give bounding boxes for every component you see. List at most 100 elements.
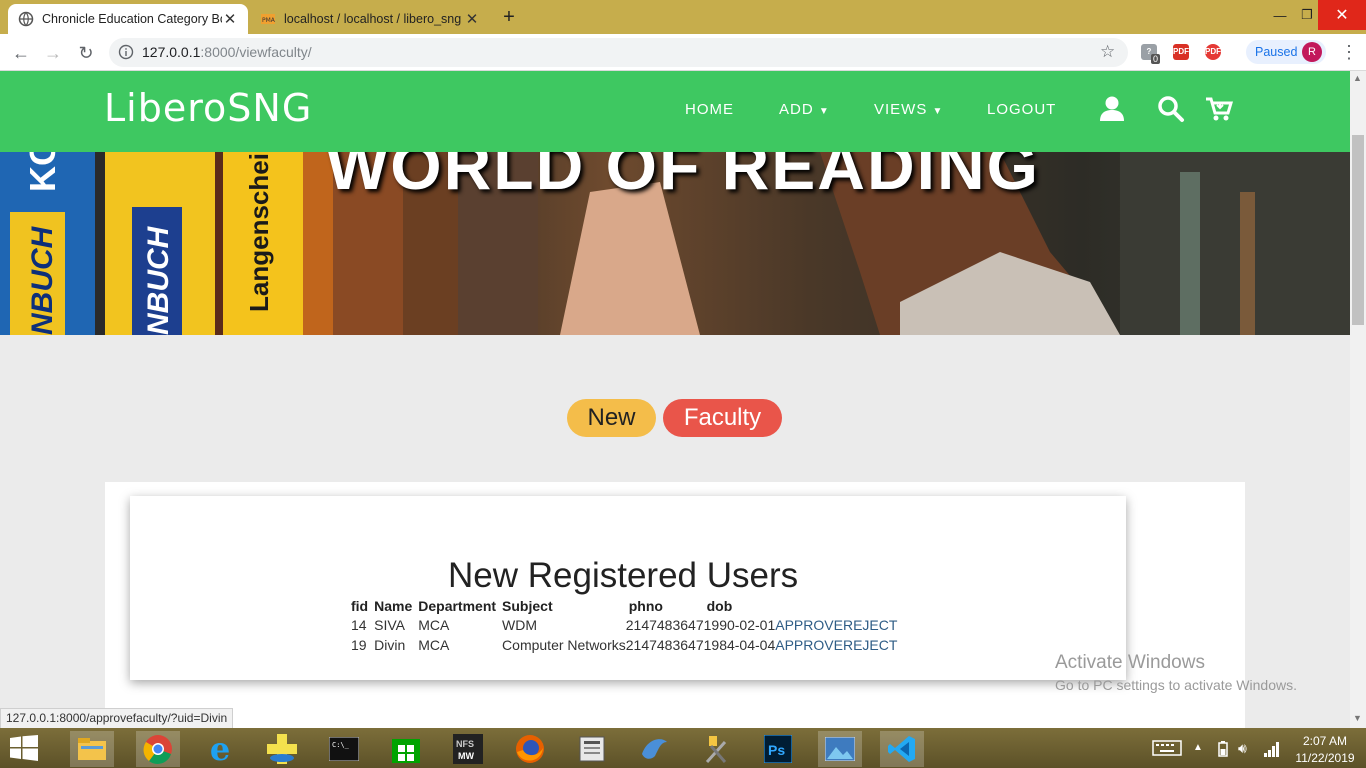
reject-link[interactable]: REJECT — [843, 617, 897, 633]
windows-start-icon[interactable] — [10, 735, 38, 761]
col-actions — [775, 597, 897, 615]
nav-logout[interactable]: LOGOUT — [987, 101, 1056, 118]
url-host: 127.0.0.1 — [142, 44, 201, 60]
reject-link[interactable]: REJECT — [843, 637, 897, 653]
nav-views[interactable]: VIEWS ▼ — [874, 101, 943, 118]
cell-subject: Computer Networks — [502, 637, 626, 653]
heading-new-pill: New — [567, 399, 656, 437]
globe-icon — [18, 11, 34, 27]
approve-link[interactable]: APPROVE — [775, 617, 843, 633]
table-title: New Registered Users — [448, 556, 799, 595]
close-tab-icon[interactable]: ✕ — [222, 10, 238, 28]
col-department: Department — [418, 598, 497, 614]
clock-time: 2:07 AM — [1302, 734, 1348, 748]
users-table: fid Name Department Subject phno dob 14 … — [348, 597, 897, 655]
firefox-icon[interactable] — [508, 731, 552, 767]
col-dob: dob — [706, 598, 733, 614]
back-arrow-icon[interactable]: ← — [8, 41, 34, 65]
cell-phno: 2147483647 — [625, 617, 704, 633]
internet-explorer-icon[interactable]: e — [198, 730, 242, 768]
svg-text:PMA: PMA — [262, 17, 276, 24]
tab-phpmyadmin[interactable]: PMA localhost / localhost / libero_sng ✕ — [250, 4, 490, 34]
activate-windows-subtitle: Go to PC settings to activate Windows. — [1055, 677, 1297, 693]
col-name: Name — [374, 598, 413, 614]
system-clock[interactable]: 2:07 AM 11/22/2019 — [1290, 733, 1360, 767]
signal-icon[interactable] — [1263, 741, 1281, 757]
touch-keyboard-icon[interactable] — [1152, 740, 1182, 756]
forward-arrow-icon[interactable]: → — [40, 41, 66, 65]
svg-text:Ps: Ps — [768, 742, 785, 758]
bookmark-star-icon[interactable]: ☆ — [1100, 42, 1115, 62]
paused-label: Paused — [1255, 45, 1298, 59]
cell-name: SIVA — [374, 617, 405, 633]
dolphin-app-icon[interactable] — [632, 731, 676, 767]
photoshop-icon[interactable]: Ps — [756, 731, 800, 767]
clock-date: 11/22/2019 — [1295, 751, 1355, 765]
nav-views-label: VIEWS — [874, 101, 928, 118]
close-tab-icon[interactable]: ✕ — [464, 10, 480, 28]
hero-banner: KO NBUCH NBUCH Langenscheid WORLD OF REA… — [0, 152, 1350, 335]
heading-faculty-pill: Faculty — [663, 399, 782, 437]
info-icon[interactable] — [118, 44, 134, 60]
avatar[interactable]: R — [1302, 42, 1322, 62]
pdf-extension-icon[interactable]: PDF — [1173, 44, 1189, 60]
window-close-icon[interactable]: ✕ — [1318, 0, 1366, 30]
volume-icon[interactable]: 🔊︎ — [1238, 740, 1247, 757]
vscode-icon[interactable] — [880, 731, 924, 767]
col-subject: Subject — [502, 598, 553, 614]
table-row: 19 Divin MCA Computer Networks 214748364… — [348, 635, 897, 655]
scroll-down-icon[interactable]: ▼ — [1353, 713, 1362, 723]
battery-icon[interactable] — [1214, 741, 1232, 757]
scrollbar-thumb[interactable] — [1352, 135, 1364, 325]
cell-actions: APPROVEREJECT — [775, 635, 897, 655]
user-icon[interactable] — [1097, 94, 1127, 124]
new-tab-button[interactable]: + — [498, 6, 520, 28]
nfs-game-icon[interactable]: NFS MW — [446, 731, 490, 767]
approve-link[interactable]: APPROVE — [775, 637, 843, 653]
cell-dob: 1984-04-04 — [703, 637, 776, 653]
command-prompt-icon[interactable]: C:\_ — [322, 731, 366, 767]
banner-title: WORLD OF READING — [326, 152, 1040, 203]
cell-dob: 1990-02-01 — [703, 617, 776, 633]
svg-text:NBUCH: NBUCH — [26, 225, 59, 335]
menu-kebab-icon[interactable]: ⋮ — [1340, 42, 1358, 63]
col-phno: phno — [628, 598, 663, 614]
cell-actions: APPROVEREJECT — [775, 615, 897, 635]
cart-icon[interactable] — [1204, 94, 1234, 124]
svg-text:Langenscheid: Langenscheid — [244, 152, 274, 312]
cell-fid: 14 — [351, 617, 367, 633]
svg-text:KO: KO — [22, 152, 63, 192]
installer-icon[interactable] — [260, 731, 304, 767]
document-viewer-icon[interactable] — [570, 731, 614, 767]
url-text[interactable]: 127.0.0.1:8000/viewfaculty/ — [142, 44, 312, 60]
tab-title: localhost / localhost / libero_sng — [284, 12, 462, 26]
tools-icon[interactable] — [694, 731, 738, 767]
link-status-bar: 127.0.0.1:8000/approvefaculty/?uid=Divin — [0, 708, 234, 730]
table-header-row: fid Name Department Subject phno dob — [348, 597, 897, 615]
search-icon[interactable] — [1156, 94, 1186, 124]
tab-chronicle[interactable]: Chronicle Education Category Bo ✕ — [8, 4, 248, 34]
svg-text:NBUCH: NBUCH — [142, 225, 175, 335]
extension-badge: 0 — [1151, 54, 1161, 64]
scroll-up-icon[interactable]: ▲ — [1353, 73, 1362, 83]
cell-fid: 19 — [351, 637, 367, 653]
photo-viewer-icon[interactable] — [818, 731, 862, 767]
cell-department: MCA — [418, 617, 450, 633]
cell-phno: 2147483647 — [625, 637, 704, 653]
file-explorer-icon[interactable] — [70, 731, 114, 767]
cell-subject: WDM — [502, 617, 538, 633]
minimize-icon[interactable]: — — [1265, 0, 1295, 30]
caret-down-icon: ▼ — [932, 106, 944, 117]
nav-add[interactable]: ADD ▼ — [779, 101, 830, 118]
pdf-converter-icon[interactable]: PDF — [1205, 44, 1221, 60]
nav-add-label: ADD — [779, 101, 814, 118]
store-icon[interactable] — [384, 731, 428, 767]
svg-text:C:\_: C:\_ — [332, 741, 350, 749]
reload-icon[interactable]: ↻ — [73, 41, 99, 65]
show-hidden-icons-icon[interactable]: ▲ — [1193, 742, 1203, 753]
nav-home[interactable]: HOME — [685, 101, 734, 118]
col-fid: fid — [351, 598, 369, 614]
site-logo[interactable]: LiberoSNG — [104, 86, 312, 130]
caret-down-icon: ▼ — [818, 106, 830, 117]
chrome-icon[interactable] — [136, 731, 180, 767]
